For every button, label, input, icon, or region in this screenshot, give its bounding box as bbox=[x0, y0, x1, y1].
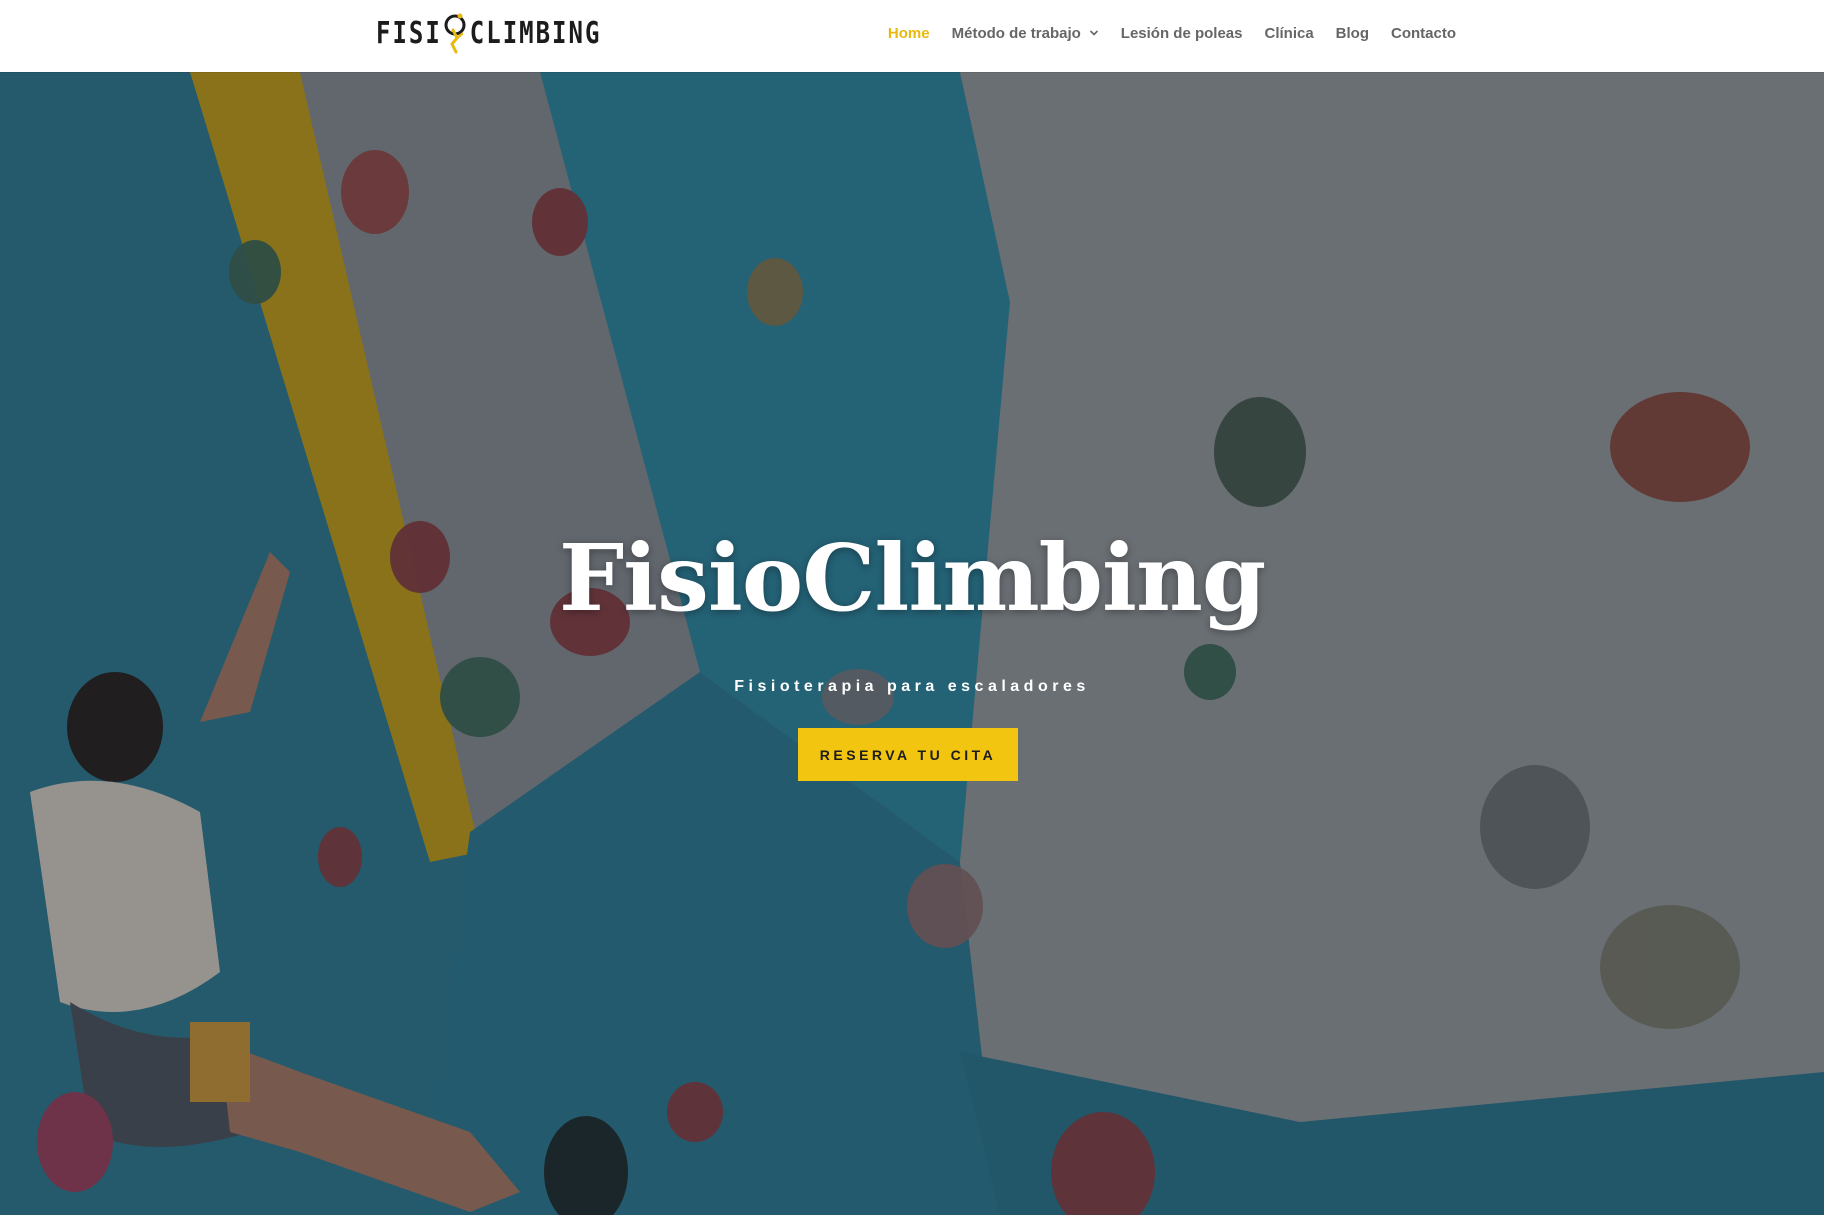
nav-item-label: Método de trabajo bbox=[951, 24, 1081, 42]
nav-item-label: Lesión de poleas bbox=[1120, 24, 1243, 42]
logo-word-right: CLIMBING bbox=[469, 15, 602, 51]
site-header: FISI CLIMBING Home Método de trabajo Les… bbox=[0, 0, 1824, 72]
site-logo[interactable]: FISI CLIMBING bbox=[376, 8, 601, 58]
nav-item-clinica[interactable]: Clínica bbox=[1264, 25, 1313, 42]
hero-section: FisioClimbing Fisioterapia para escalado… bbox=[0, 72, 1824, 1215]
nav-item-home[interactable]: Home bbox=[888, 25, 930, 42]
hero-subtitle: Fisioterapia para escaladores bbox=[734, 678, 1090, 695]
hero-content: FisioClimbing Fisioterapia para escalado… bbox=[0, 72, 1824, 1215]
chevron-down-icon bbox=[1089, 30, 1098, 36]
nav-item-label: Contacto bbox=[1391, 24, 1456, 42]
logo-word-left: FISI bbox=[376, 15, 442, 51]
nav-item-label: Home bbox=[887, 24, 930, 42]
hero-title: FisioClimbing bbox=[558, 524, 1266, 632]
main-nav: Home Método de trabajo Lesión de poleas … bbox=[866, 0, 1456, 66]
nav-item-metodo-de-trabajo[interactable]: Método de trabajo bbox=[952, 25, 1099, 42]
nav-item-blog[interactable]: Blog bbox=[1336, 25, 1369, 42]
nav-item-label: Clínica bbox=[1264, 24, 1314, 42]
book-appointment-button[interactable]: RESERVA TU CITA bbox=[798, 728, 1018, 781]
nav-item-lesion-de-poleas[interactable]: Lesión de poleas bbox=[1121, 25, 1243, 42]
nav-item-contacto[interactable]: Contacto bbox=[1391, 25, 1456, 42]
climber-logo-icon bbox=[444, 13, 466, 54]
nav-item-label: Blog bbox=[1335, 24, 1369, 42]
